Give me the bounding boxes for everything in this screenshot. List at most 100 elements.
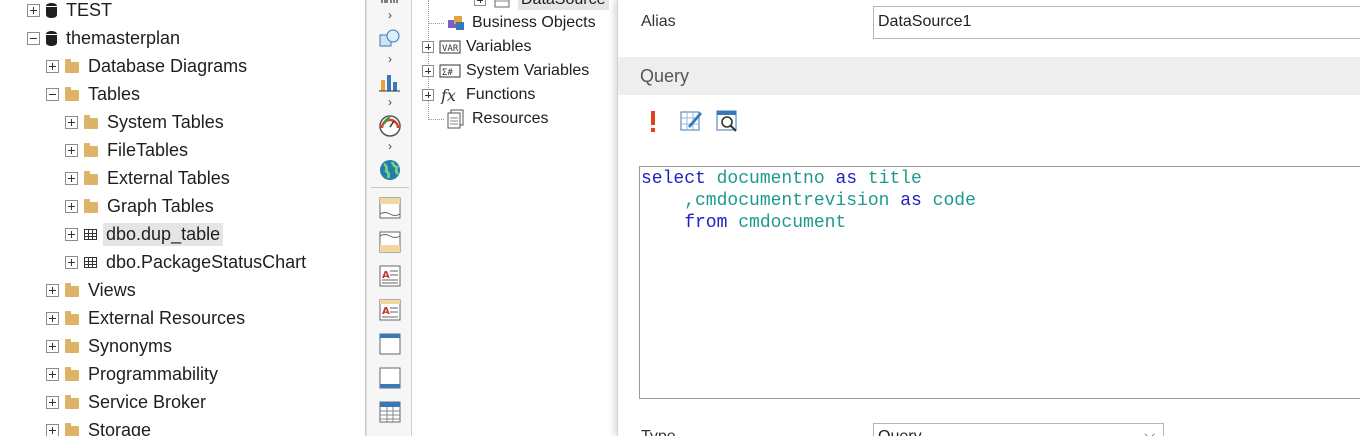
- tree-item[interactable]: Storage: [46, 418, 154, 436]
- sql-keyword: select: [641, 169, 706, 189]
- expand-icon[interactable]: [46, 339, 59, 353]
- folder-icon: [65, 394, 79, 409]
- globe-icon[interactable]: [378, 158, 402, 182]
- expand-icon[interactable]: [65, 115, 78, 129]
- dictionary-item-label: System Variables: [466, 62, 590, 79]
- functions-icon: fx: [439, 86, 461, 104]
- text-component-icon[interactable]: A: [378, 264, 402, 288]
- datasource-icon: [491, 0, 513, 9]
- tree-item[interactable]: Database Diagrams: [46, 54, 250, 78]
- preview-query-button[interactable]: [714, 108, 740, 134]
- rich-text-icon[interactable]: A: [378, 298, 402, 322]
- variables-icon: VAR: [439, 38, 461, 56]
- shapes-icon[interactable]: [378, 27, 402, 51]
- sql-keyword: from: [641, 213, 739, 233]
- query-text-editor[interactable]: select documentno as title ,cmdocumentre…: [639, 166, 1360, 399]
- expand-icon[interactable]: [422, 89, 434, 101]
- table-component-icon[interactable]: [378, 400, 402, 424]
- chevron-right-icon[interactable]: ›: [385, 140, 395, 152]
- chart-icon[interactable]: [378, 70, 402, 94]
- expand-icon[interactable]: [46, 283, 59, 297]
- tree-item[interactable]: Programmability: [46, 362, 221, 386]
- expand-icon[interactable]: [46, 395, 59, 409]
- tree-item-label: Graph Tables: [107, 195, 214, 216]
- folder-icon: [65, 310, 79, 325]
- expand-icon[interactable]: [46, 423, 59, 436]
- expand-icon[interactable]: [27, 3, 40, 17]
- tree-item-label: Views: [88, 279, 136, 300]
- tree-item[interactable]: Views: [46, 278, 139, 302]
- tree-item[interactable]: dbo.dup_table: [65, 222, 224, 246]
- type-label: Type: [641, 428, 676, 436]
- sql-keyword: as: [900, 191, 922, 211]
- folder-icon: [65, 86, 79, 101]
- expand-icon[interactable]: [474, 0, 486, 6]
- dictionary-item-label: Business Objects: [472, 14, 596, 31]
- table-icon: [84, 256, 97, 268]
- expand-icon[interactable]: [422, 65, 434, 77]
- gauge-icon[interactable]: [378, 114, 402, 138]
- folder-icon: [84, 170, 98, 185]
- expand-icon[interactable]: [46, 311, 59, 325]
- object-explorer: TEST themasterplan Database Diagrams Tables…: [0, 0, 366, 436]
- expand-icon[interactable]: [422, 41, 434, 53]
- chevron-down-icon[interactable]: ⌵: [1144, 426, 1155, 436]
- tree-item[interactable]: Graph Tables: [65, 194, 217, 218]
- sql-identifier: ,cmdocumentrevision: [641, 191, 901, 211]
- dictionary-item[interactable]: Resources: [445, 107, 548, 131]
- tree-item[interactable]: TEST: [27, 0, 115, 22]
- query-line: from cmdocument: [641, 212, 1360, 234]
- svg-text:A: A: [382, 270, 390, 281]
- container-icon[interactable]: [378, 366, 402, 390]
- expand-icon[interactable]: [65, 143, 78, 157]
- tree-item[interactable]: Service Broker: [46, 390, 209, 414]
- tree-item-label: Tables: [88, 83, 141, 104]
- tree-item-label: FileTables: [107, 139, 189, 160]
- alias-input[interactable]: DataSource1: [873, 6, 1360, 39]
- expand-icon[interactable]: [65, 255, 78, 269]
- band-header-icon[interactable]: [378, 196, 402, 220]
- chevron-right-icon[interactable]: ›: [385, 96, 395, 108]
- dictionary-item[interactable]: Business Objects: [445, 11, 596, 35]
- tree-item[interactable]: dbo.PackageStatusChart: [65, 250, 309, 274]
- collapse-icon[interactable]: [27, 31, 40, 45]
- dictionary-tree: DataSource Business Objects VAR Variables Σ…: [412, 0, 617, 436]
- expand-icon[interactable]: [65, 199, 78, 213]
- folder-icon: [65, 422, 79, 436]
- tree-item[interactable]: Synonyms: [46, 334, 175, 358]
- toolbox-separator: [371, 187, 409, 188]
- edit-query-button[interactable]: [678, 108, 704, 134]
- tree-item[interactable]: External Tables: [65, 166, 233, 190]
- datasource-label: DataSource: [518, 0, 609, 10]
- tree-item-label: themasterplan: [66, 27, 181, 48]
- chevron-right-icon[interactable]: ›: [385, 53, 395, 65]
- dictionary-item[interactable]: Σ# System Variables: [422, 59, 589, 83]
- svg-text:A: A: [382, 306, 390, 317]
- type-select-value: Query: [878, 428, 922, 436]
- tree-item[interactable]: System Tables: [65, 110, 227, 134]
- tree-item[interactable]: FileTables: [65, 138, 191, 162]
- tree-item[interactable]: External Resources: [46, 306, 248, 330]
- tree-item[interactable]: themasterplan: [27, 26, 183, 50]
- dictionary-item[interactable]: VAR Variables: [422, 35, 532, 59]
- dictionary-item[interactable]: fx Functions: [422, 83, 535, 107]
- panel-icon[interactable]: [378, 332, 402, 356]
- expand-icon[interactable]: [46, 367, 59, 381]
- band-footer-icon[interactable]: [378, 230, 402, 254]
- expand-icon[interactable]: [65, 171, 78, 185]
- chevron-right-icon[interactable]: ›: [385, 9, 395, 21]
- folder-icon: [84, 142, 98, 157]
- dictionary-item-label: Functions: [466, 86, 536, 103]
- expand-icon[interactable]: [65, 227, 78, 241]
- type-select[interactable]: Query ⌵: [873, 423, 1164, 436]
- query-section-header: Query: [618, 57, 1360, 95]
- run-query-button[interactable]: [640, 108, 666, 134]
- collapse-icon[interactable]: [46, 87, 59, 101]
- folder-icon: [65, 338, 79, 353]
- table-icon: [84, 228, 97, 240]
- expand-icon[interactable]: [46, 59, 59, 73]
- tree-item-label: System Tables: [107, 111, 224, 132]
- svg-text:Σ#: Σ#: [442, 68, 453, 78]
- tree-item[interactable]: Tables: [46, 82, 143, 106]
- tree-item-label: Storage: [88, 419, 152, 436]
